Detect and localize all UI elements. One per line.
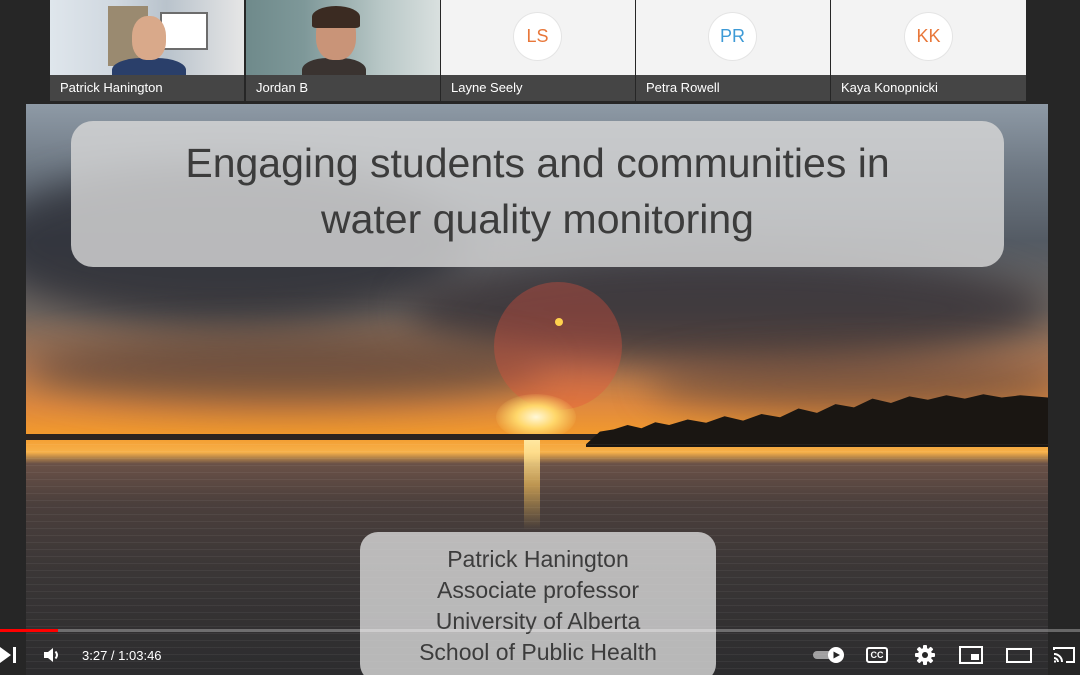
captions-button[interactable]: CC [866, 645, 888, 663]
participant-tile-kaya[interactable]: KK Kaya Konopnicki [831, 0, 1026, 101]
avatar-initials: PR [709, 13, 756, 60]
autoplay-toggle[interactable] [812, 645, 846, 670]
lens-flare-dot [555, 318, 563, 326]
person-head [132, 16, 166, 60]
time-separator: / [107, 648, 119, 663]
settings-button[interactable] [914, 644, 936, 671]
shared-slide: Engaging students and communities in wat… [26, 104, 1048, 675]
player-controls: 3:27 / 1:03:46 CC [0, 635, 1080, 675]
settings-icon [915, 645, 935, 665]
participant-name: Layne Seely [441, 75, 635, 101]
next-button[interactable] [0, 645, 18, 670]
slide-title-line-2: water quality monitoring [321, 196, 754, 242]
volume-icon [44, 648, 58, 662]
author-university: University of Alberta [435, 608, 641, 634]
progress-bar[interactable] [0, 629, 1080, 632]
theater-mode-button[interactable] [1006, 645, 1032, 670]
participant-name: Jordan B [246, 75, 440, 101]
participant-tile-petra[interactable]: PR Petra Rowell [636, 0, 830, 101]
duration: 1:03:46 [118, 648, 162, 663]
sun-reflection [524, 440, 540, 530]
participant-name: Patrick Hanington [50, 75, 244, 101]
time-display: 3:27 / 1:03:46 [82, 648, 162, 663]
volume-button[interactable] [42, 645, 62, 670]
participant-tile-layne[interactable]: LS Layne Seely [441, 0, 635, 101]
participant-tile-jordan[interactable]: Jordan B [246, 0, 440, 101]
miniplayer-button[interactable] [959, 645, 983, 670]
captions-icon: CC [866, 647, 888, 663]
slide-title-box: Engaging students and communities in wat… [71, 121, 1004, 267]
autoplay-toggle-icon [813, 647, 844, 663]
avatar-initials: LS [514, 13, 561, 60]
avatar-initials: KK [905, 13, 952, 60]
participant-tile-patrick[interactable]: Patrick Hanington [50, 0, 244, 101]
person-hair [312, 6, 360, 28]
participant-name: Kaya Konopnicki [831, 75, 1026, 101]
cast-icon [1053, 647, 1075, 663]
lens-flare [494, 282, 622, 410]
theater-mode-icon [1006, 648, 1032, 663]
miniplayer-icon [959, 646, 983, 664]
participant-strip: Patrick Hanington Jordan B LS Layne Seel… [50, 0, 1026, 101]
current-time: 3:27 [82, 648, 108, 663]
cloud [26, 334, 546, 404]
wall-picture [160, 12, 208, 50]
participant-name: Petra Rowell [636, 75, 830, 101]
author-name: Patrick Hanington [447, 546, 629, 572]
next-icon [0, 647, 16, 663]
author-position: Associate professor [437, 577, 639, 603]
cast-button[interactable] [1052, 645, 1076, 670]
progress-bar-played [0, 629, 59, 632]
slide-title-line-1: Engaging students and communities in [185, 140, 890, 186]
